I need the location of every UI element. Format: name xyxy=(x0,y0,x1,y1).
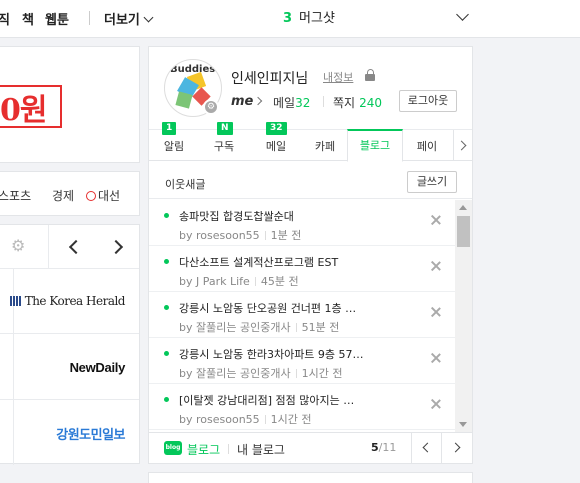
list-item[interactable]: 강릉시 노암동 단오공원 건너편 1층 … by 잘풀리는 공인중개사 51분 전 xyxy=(149,292,455,338)
close-icon[interactable] xyxy=(430,398,442,410)
page-indicator: 5/11 xyxy=(371,441,397,454)
post-title[interactable]: 송파맛집 합경도찹쌀순대 xyxy=(179,208,394,224)
keyword-rank: 3 xyxy=(283,11,293,26)
press-logo-gangwon[interactable]: 강원도민일보 xyxy=(0,401,139,466)
scrollbar-thumb[interactable] xyxy=(457,216,470,247)
election-icon xyxy=(86,191,96,201)
post-meta: by rosesoon55 1시간 전 xyxy=(179,413,312,426)
list-item[interactable]: [이탈젯 강남대리점] 점점 많아지는 … by rosesoon55 1시간 전 xyxy=(149,384,455,430)
realtime-keyword[interactable]: 3 머그샷 xyxy=(283,7,335,26)
post-meta: by 잘풀리는 공인중개사 1시간 전 xyxy=(179,367,343,380)
feed-header: 이웃새글 글쓰기 xyxy=(149,162,472,199)
ad-price-text: 0원 xyxy=(0,93,47,128)
blog-link[interactable]: 블로그 xyxy=(187,441,220,458)
my-account-panel: Buddies ⚙ 인세인피지님 내정보 me 메일32 쪽지 240 로그아웃 … xyxy=(148,46,473,464)
write-button[interactable]: 글쓰기 xyxy=(407,171,457,193)
press-prev-button[interactable] xyxy=(64,237,84,257)
tab-subscribe[interactable]: N 구독 xyxy=(201,122,247,161)
korea-herald-logo-icon xyxy=(9,296,22,306)
keyword-text: 머그샷 xyxy=(299,11,335,26)
press-logo-korea-herald[interactable]: The Korea Herald xyxy=(0,269,139,334)
tab-cafe[interactable]: 카페 xyxy=(305,130,345,161)
press-controls: ⚙ xyxy=(0,225,139,269)
close-icon[interactable] xyxy=(430,260,442,272)
top-navigation-bar: 직 책 웹툰 더보기 3 머그샷 xyxy=(0,0,580,38)
post-title[interactable]: 다산소프트 설계적산프로그램 EST xyxy=(179,254,394,270)
my-blog-link[interactable]: 내 블로그 xyxy=(237,441,285,458)
tab-notification[interactable]: 1 알림 xyxy=(155,122,193,161)
close-icon[interactable] xyxy=(430,352,442,364)
page-next-button[interactable] xyxy=(441,433,471,463)
ad-banner[interactable]: 0원 xyxy=(0,46,140,163)
new-dot-icon xyxy=(164,305,169,310)
mail-badge: 32 xyxy=(266,122,287,135)
scroll-down-arrow-icon[interactable] xyxy=(459,422,467,427)
feed-footer: blog 블로그 내 블로그 5/11 xyxy=(149,432,472,463)
notification-badge: 1 xyxy=(162,122,177,135)
close-icon[interactable] xyxy=(430,214,442,226)
tabs-next-arrow-icon[interactable] xyxy=(453,130,472,161)
username[interactable]: 인세인피지님 xyxy=(231,68,308,88)
keyword-expand-chevron-icon[interactable] xyxy=(456,8,469,21)
list-item[interactable]: 강릉시 노암동 한라3차아파트 9층 57… by 잘풀리는 공인중개사 1시간 … xyxy=(149,338,455,384)
me-link[interactable]: me xyxy=(231,94,253,109)
press-logo-newdaily[interactable]: NewDaily xyxy=(0,335,139,400)
avatar-text: Buddies xyxy=(170,64,216,75)
note-stat[interactable]: 쪽지 240 xyxy=(333,94,382,111)
close-icon[interactable] xyxy=(430,306,442,318)
list-item[interactable]: 다산소프트 설계적산프로그램 EST by J Park Life 45분 전 xyxy=(149,246,455,292)
chevron-down-icon xyxy=(143,12,154,23)
feed-scrollbar[interactable] xyxy=(455,200,472,432)
menu-item-book[interactable]: 책 xyxy=(22,9,34,28)
menu-separator xyxy=(89,11,90,25)
my-info-link[interactable]: 내정보 xyxy=(323,69,353,85)
page-prev-button[interactable] xyxy=(411,433,441,463)
press-list-panel: ⚙ The Korea Herald NewDaily 강원도민일보 xyxy=(0,224,140,466)
tab-pay[interactable]: 페이 xyxy=(407,130,447,161)
menu-item-partial[interactable]: 직 xyxy=(0,9,10,28)
press-next-button[interactable] xyxy=(108,237,128,257)
avatar-settings-gear-icon[interactable]: ⚙ xyxy=(203,99,219,115)
menu-item-webtoon[interactable]: 웹툰 xyxy=(45,9,69,28)
post-meta: by rosesoon55 1분 전 xyxy=(179,229,302,242)
feed-title: 이웃새글 xyxy=(165,178,206,191)
mail-count: 32 xyxy=(295,96,311,110)
news-category-nav: 스포츠 경제 대선 xyxy=(0,171,140,216)
footer-separator xyxy=(228,444,229,454)
blog-feed-list: 송파맛집 합경도찹쌀순대 by rosesoon55 1분 전 다산소프트 설계적… xyxy=(149,200,455,432)
subscribe-badge: N xyxy=(217,122,233,135)
post-meta: by J Park Life 45분 전 xyxy=(179,275,299,288)
news-tab-sports[interactable]: 스포츠 xyxy=(0,187,31,204)
more-menu-button[interactable]: 더보기 xyxy=(104,9,154,28)
gear-icon[interactable]: ⚙ xyxy=(11,238,27,254)
blog-icon: blog xyxy=(164,441,182,455)
lock-icon xyxy=(365,69,376,81)
post-title[interactable]: 강릉시 노암동 한라3차아파트 9층 57… xyxy=(179,346,394,362)
new-dot-icon xyxy=(164,213,169,218)
news-tab-economy[interactable]: 경제 xyxy=(52,187,74,204)
new-dot-icon xyxy=(164,397,169,402)
control-divider xyxy=(48,225,49,269)
tab-mail[interactable]: 32 메일 xyxy=(253,122,299,161)
service-tabs: 1 알림 N 구독 32 메일 카페 블로그 페이 xyxy=(149,122,472,162)
news-tab-election[interactable]: 대선 xyxy=(86,187,120,204)
note-count: 240 xyxy=(359,96,382,110)
tab-blog[interactable]: 블로그 xyxy=(347,129,403,162)
scroll-up-arrow-icon[interactable] xyxy=(459,205,467,210)
logout-button[interactable]: 로그아웃 xyxy=(399,90,457,112)
post-meta: by 잘풀리는 공인중개사 51분 전 xyxy=(179,321,340,334)
stat-separator xyxy=(323,96,324,107)
new-dot-icon xyxy=(164,259,169,264)
chevron-right-icon xyxy=(253,96,263,106)
list-item[interactable]: 송파맛집 합경도찹쌀순대 by rosesoon55 1분 전 xyxy=(149,200,455,246)
next-panel-edge xyxy=(148,472,473,483)
mail-stat[interactable]: 메일32 xyxy=(273,94,310,111)
post-title[interactable]: 강릉시 노암동 단오공원 건너편 1층 … xyxy=(179,300,394,316)
new-dot-icon xyxy=(164,351,169,356)
post-title[interactable]: [이탈젯 강남대리점] 점점 많아지는 … xyxy=(179,392,394,408)
